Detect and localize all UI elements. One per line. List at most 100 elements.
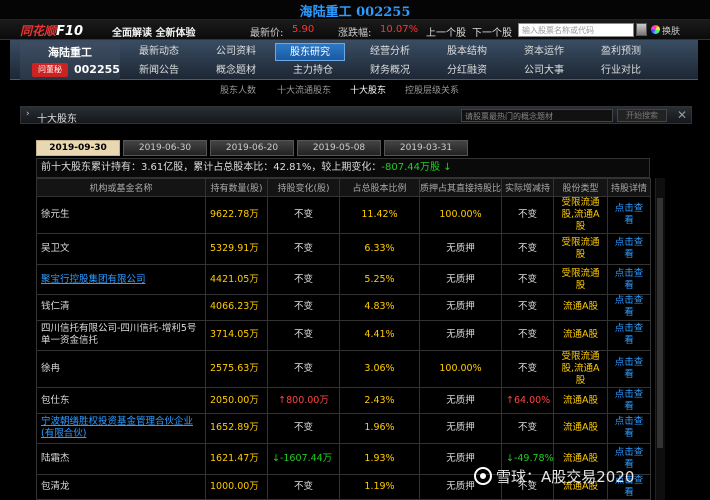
col-header-actual[interactable]: 实际增减持 — [501, 178, 554, 197]
close-icon[interactable]: ✕ — [675, 108, 689, 122]
holder-name: 吴卫文 — [36, 233, 206, 265]
table-body: 徐元生 9622.78万 不变 11.42% 100.00% 不变 受限流通股,流通A股 点击… — [36, 195, 651, 500]
skin-button[interactable]: 换肤 — [662, 24, 680, 37]
detail-link[interactable]: 点击查看 — [607, 319, 651, 351]
holding-ratio: 1.19% — [339, 473, 420, 500]
share-type: 流通A股 — [553, 387, 608, 414]
actual-change: 不变 — [501, 349, 554, 389]
date-tab-2019-06-20[interactable]: 2019-06-20 — [210, 140, 294, 156]
pledge-ratio: 无质押 — [419, 319, 502, 351]
holding-ratio: 4.83% — [339, 294, 420, 321]
menu-item-forecast[interactable]: 盈利预测 — [586, 43, 656, 61]
stock-search-button[interactable] — [636, 23, 647, 36]
holding-ratio: 2.43% — [339, 387, 420, 414]
share-type: 受限流通股 — [553, 233, 608, 265]
detail-link[interactable]: 点击查看 — [607, 412, 651, 445]
company-code: 002255 — [74, 63, 120, 76]
price-value: 5.90 — [292, 24, 315, 35]
col-header-ratio[interactable]: 占总股本比例 — [339, 178, 420, 197]
watermark-text: 雪球：A股交易2020 — [496, 468, 635, 486]
share-type: 受限流通股 — [553, 263, 608, 296]
share-type: 受限流通股,流通A股 — [553, 349, 608, 389]
menu-item-profile[interactable]: 公司资料 — [201, 43, 271, 61]
subtab-top-float-holders[interactable]: 十大流通股东 — [277, 83, 331, 96]
summary-text-3: ，较上期变化： — [311, 162, 382, 173]
detail-link[interactable]: 点击查看 — [607, 195, 651, 235]
menu-item-industry[interactable]: 行业对比 — [586, 62, 656, 80]
pledge-ratio: 无质押 — [419, 294, 502, 321]
change-value: 10.07% — [380, 24, 419, 35]
menu-item-dividends[interactable]: 分红融资 — [432, 62, 502, 80]
stock-search-input[interactable]: 输入股票名称或代码 — [518, 23, 634, 37]
holding-change: 不变 — [267, 412, 340, 445]
actual-change: 不变 — [501, 412, 554, 445]
date-tab-2019-03-31[interactable]: 2019-03-31 — [384, 140, 468, 156]
panel-title: 十大股东 — [37, 114, 77, 125]
concept-search-input[interactable]: 请股票最热门的概念题材 — [461, 109, 613, 122]
top-holders-table: 机构或基金名称 持有数量(股) 持股变化(股) 占总股本比例 质押占其直接持股比… — [36, 178, 651, 500]
detail-link[interactable]: 点击查看 — [607, 233, 651, 265]
pledge-ratio: 无质押 — [419, 412, 502, 445]
share-type: 流通A股 — [553, 319, 608, 351]
holding-ratio: 4.41% — [339, 319, 420, 351]
summary-text-1: 前十大股东累计持有： — [41, 162, 141, 173]
table-header-row: 机构或基金名称 持有数量(股) 持股变化(股) 占总股本比例 质押占其直接持股比… — [36, 178, 651, 197]
menu-item-operations[interactable]: 经营分析 — [355, 43, 425, 61]
price-label: 最新价: — [250, 28, 284, 39]
summary-text-2: 亿股，累计占总股本比： — [163, 162, 274, 173]
menu-item-events[interactable]: 公司大事 — [509, 62, 579, 80]
subtab-top-holders[interactable]: 十大股东 — [350, 83, 386, 96]
holder-name[interactable]: 聚宝行控股集团有限公司 — [36, 263, 206, 296]
subtab-holder-count[interactable]: 股东人数 — [220, 83, 256, 96]
chevron-right-icon: › — [26, 109, 30, 119]
company-name: 海陆重工 — [48, 46, 92, 59]
xueqiu-logo-icon — [474, 467, 492, 485]
palette-icon[interactable] — [651, 25, 660, 34]
actual-change: 不变 — [501, 319, 554, 351]
concept-search-button[interactable]: 开始搜索 — [617, 109, 667, 122]
holder-name: 徐冉 — [36, 349, 206, 389]
share-type: 流通A股 — [553, 294, 608, 321]
col-header-pledge[interactable]: 质押占其直接持股比 — [419, 178, 502, 197]
prev-stock-link[interactable]: 上一个股 — [426, 24, 466, 39]
next-stock-link[interactable]: 下一个股 — [472, 24, 512, 39]
pledge-ratio: 100.00% — [419, 195, 502, 235]
col-header-qty[interactable]: 持有数量(股) — [205, 178, 268, 197]
holding-change: 不变 — [267, 233, 340, 265]
col-header-change[interactable]: 持股变化(股) — [267, 178, 340, 197]
table-row: 徐冉 2575.63万 不变 3.06% 100.00% 不变 受限流通股,流通A股 点击查看 — [36, 349, 651, 389]
holding-qty: 2575.63万 — [205, 349, 268, 389]
menu-item-shareholders[interactable]: 股东研究 — [275, 43, 345, 61]
date-tab-2019-09-30[interactable]: 2019-09-30 — [36, 140, 120, 156]
detail-link[interactable]: 点击查看 — [607, 294, 651, 321]
col-header-detail[interactable]: 持股详情 — [607, 178, 651, 197]
ask-secretary-button[interactable]: 问董秘 — [32, 63, 68, 77]
menu-item-finance[interactable]: 财务概况 — [355, 62, 425, 80]
col-header-name[interactable]: 机构或基金名称 — [36, 178, 206, 197]
holding-qty: 1000.00万 — [205, 473, 268, 500]
menu-item-latest[interactable]: 最新动态 — [124, 43, 194, 61]
menu-item-capital-ops[interactable]: 资本运作 — [509, 43, 579, 61]
table-row: 四川信托有限公司-四川信托-增利5号单一资金信托 3714.05万 不变 4.41% 无… — [36, 319, 651, 351]
holding-change: 不变 — [267, 473, 340, 500]
ths-logo[interactable]: 同花顺F10 — [20, 22, 83, 39]
actual-change: 不变 — [501, 233, 554, 265]
date-tab-2019-05-08[interactable]: 2019-05-08 — [297, 140, 381, 156]
holding-qty: 1621.47万 — [205, 443, 268, 475]
holding-ratio: 1.93% — [339, 443, 420, 475]
actual-change: 不变 — [501, 195, 554, 235]
menu-item-news[interactable]: 新闻公告 — [124, 62, 194, 80]
detail-link[interactable]: 点击查看 — [607, 263, 651, 296]
col-header-share-type[interactable]: 股份类型 — [553, 178, 608, 197]
scrollbar-thumb[interactable] — [657, 198, 663, 448]
menu-item-main-holdings[interactable]: 主力持仓 — [278, 62, 348, 80]
menu-item-concepts[interactable]: 概念题材 — [201, 62, 271, 80]
logo-text: 同花顺 — [20, 24, 57, 38]
holding-summary: 前十大股东累计持有：3.61亿股，累计占总股本比：42.81%，较上期变化：-8… — [36, 158, 650, 178]
subtab-control-hierarchy[interactable]: 控股层级关系 — [405, 83, 459, 96]
menu-item-capital-structure[interactable]: 股本结构 — [432, 43, 502, 61]
date-tab-2019-06-30[interactable]: 2019-06-30 — [123, 140, 207, 156]
holder-name[interactable]: 宁波朝缮胜权投资基金管理合伙企业(有限合伙) — [36, 412, 206, 445]
detail-link[interactable]: 点击查看 — [607, 387, 651, 414]
detail-link[interactable]: 点击查看 — [607, 349, 651, 389]
